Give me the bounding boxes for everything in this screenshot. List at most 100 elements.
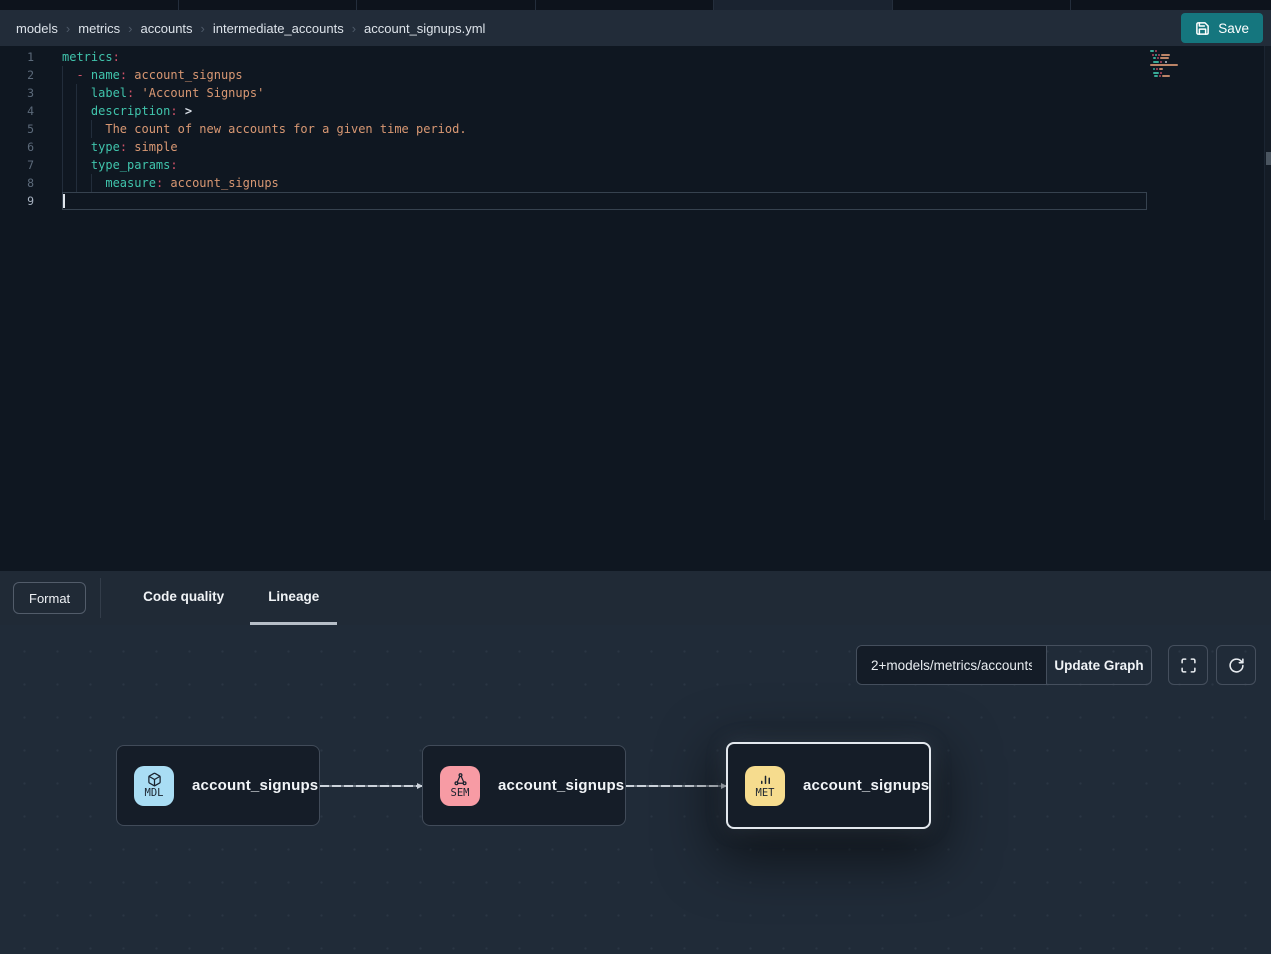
code-line-content: measure: account_signups	[62, 174, 1271, 192]
code-line-content: The count of new accounts for a given ti…	[62, 120, 1271, 138]
file-tab[interactable]	[357, 0, 536, 10]
code-line[interactable]: 2 - name: account_signups	[0, 66, 1271, 84]
minimap-line	[1150, 64, 1212, 66]
breadcrumb-item[interactable]: intermediate_accounts	[213, 21, 344, 36]
node-label: account_signups	[192, 777, 318, 794]
code-token: :	[113, 50, 120, 64]
indent-guide	[62, 66, 63, 84]
minimap-token	[1156, 68, 1158, 70]
minimap-token	[1153, 61, 1159, 63]
panel-divider	[100, 578, 101, 618]
file-tab[interactable]	[893, 0, 1072, 10]
bottom-panel-header: Format Code qualityLineage	[0, 571, 1271, 625]
code-token: :	[170, 104, 177, 118]
lineage-node[interactable]: SEMaccount_signups	[422, 745, 626, 826]
tab-code-quality[interactable]: Code quality	[125, 571, 242, 625]
minimap-line	[1150, 50, 1212, 52]
indent-guide	[76, 174, 77, 192]
lineage-selector-input[interactable]	[857, 646, 1047, 684]
scrollbar-thumb[interactable]	[1266, 152, 1271, 165]
file-tab-active[interactable]	[714, 0, 893, 10]
minimap-token	[1162, 75, 1170, 77]
minimap[interactable]	[1150, 50, 1212, 88]
code-line-content: - name: account_signups	[62, 66, 1271, 84]
update-graph-button[interactable]: Update Graph	[1047, 646, 1151, 684]
code-line[interactable]: 5 The count of new accounts for a given …	[0, 120, 1271, 138]
code-token: name	[91, 68, 120, 82]
minimap-token	[1152, 54, 1154, 56]
indent-guide	[76, 84, 77, 102]
file-tab[interactable]	[1071, 0, 1271, 10]
semantic-network-badge: SEM	[440, 766, 480, 806]
line-number: 9	[0, 192, 34, 210]
code-token: label	[91, 86, 127, 100]
badge-type-label: MET	[756, 787, 775, 799]
editor-scrollbar[interactable]	[1264, 46, 1271, 520]
code-token: type	[91, 140, 120, 154]
breadcrumb-item[interactable]: account_signups.yml	[364, 21, 485, 36]
semantic-network-icon	[453, 772, 468, 787]
code-line-content: type_params:	[62, 156, 1271, 174]
file-tab-strip	[0, 0, 1271, 10]
file-tab[interactable]	[179, 0, 358, 10]
indent-guide	[62, 174, 63, 192]
minimap-line	[1150, 54, 1212, 56]
chevron-right-icon: ›	[201, 21, 205, 36]
fullscreen-button[interactable]	[1168, 645, 1208, 685]
chevron-right-icon: ›	[128, 21, 132, 36]
code-line[interactable]: 3 label: 'Account Signups'	[0, 84, 1271, 102]
lineage-node[interactable]: METaccount_signups	[726, 742, 931, 829]
indent-guide	[62, 120, 63, 138]
code-line[interactable]: 9	[0, 192, 1271, 210]
code-line-content: description: >	[62, 102, 1271, 120]
minimap-line	[1150, 79, 1212, 81]
line-number: 7	[0, 156, 34, 174]
code-token: The count of new accounts for a given ti…	[62, 122, 467, 136]
file-tab[interactable]	[0, 0, 179, 10]
code-token: account_signups	[127, 68, 243, 82]
current-line-highlight	[62, 192, 1147, 210]
minimap-line	[1150, 57, 1212, 59]
minimap-token	[1158, 54, 1160, 56]
lineage-canvas[interactable]: Update Graph MDL account_signups SEMaccoun…	[0, 625, 1271, 954]
minimap-token	[1155, 54, 1157, 56]
line-number: 2	[0, 66, 34, 84]
code-line[interactable]: 1metrics:	[0, 48, 1271, 66]
code-line[interactable]: 8 measure: account_signups	[0, 174, 1271, 192]
format-button[interactable]: Format	[13, 582, 86, 614]
indent-guide	[76, 138, 77, 156]
refresh-button[interactable]	[1216, 645, 1256, 685]
breadcrumb-item[interactable]: metrics	[78, 21, 120, 36]
code-line[interactable]: 4 description: >	[0, 102, 1271, 120]
badge-type-label: SEM	[451, 787, 470, 799]
indent-guide	[62, 138, 63, 156]
code-line[interactable]: 6 type: simple	[0, 138, 1271, 156]
text-cursor	[63, 194, 65, 208]
fullscreen-icon	[1180, 657, 1197, 674]
lineage-node[interactable]: MDL account_signups	[116, 745, 320, 826]
breadcrumb-item[interactable]: models	[16, 21, 58, 36]
model-cube-badge: MDL	[134, 766, 174, 806]
save-icon	[1195, 21, 1210, 36]
badge-type-label: MDL	[145, 787, 164, 799]
line-number: 3	[0, 84, 34, 102]
minimap-token	[1159, 75, 1161, 77]
refresh-icon	[1228, 657, 1245, 674]
minimap-token	[1153, 57, 1156, 59]
code-token: metrics	[62, 50, 113, 64]
code-editor[interactable]: 1metrics:2 - name: account_signups3 labe…	[0, 46, 1271, 571]
minimap-token	[1160, 61, 1162, 63]
code-token	[178, 104, 185, 118]
code-token	[62, 68, 76, 82]
minimap-token	[1150, 50, 1154, 52]
minimap-token	[1160, 72, 1162, 74]
minimap-line	[1150, 72, 1212, 74]
breadcrumb-item[interactable]: accounts	[141, 21, 193, 36]
code-line[interactable]: 7 type_params:	[0, 156, 1271, 174]
minimap-line	[1150, 61, 1212, 63]
save-button[interactable]: Save	[1181, 13, 1263, 43]
tab-lineage[interactable]: Lineage	[250, 571, 337, 625]
panel-tabs: Code qualityLineage	[121, 571, 341, 625]
minimap-token	[1165, 61, 1167, 63]
file-tab[interactable]	[536, 0, 715, 10]
